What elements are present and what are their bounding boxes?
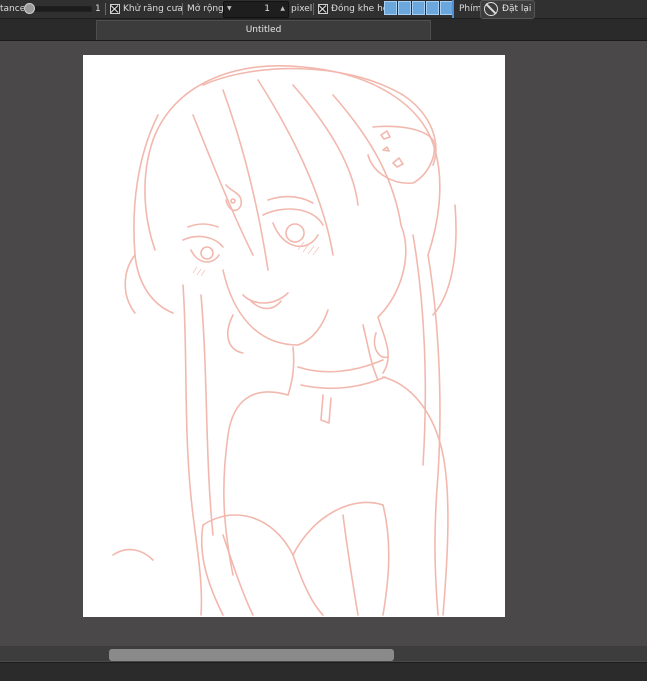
horizontal-scrollbar-thumb[interactable] (109, 649, 394, 661)
divider (105, 3, 106, 15)
eye-left-upper (182, 235, 224, 248)
bodice-left (200, 524, 224, 616)
chin (297, 309, 329, 346)
divider (313, 3, 314, 15)
hair-strand (202, 67, 437, 166)
hair-curl-left (124, 254, 136, 314)
close-gap-level-selector[interactable] (384, 1, 454, 16)
choker-bottom (300, 376, 386, 390)
blush-hatching (192, 241, 320, 277)
anti-alias-label: Khử răng cưa (123, 4, 183, 14)
level-selector-edge (452, 0, 454, 18)
collar-slit (320, 394, 332, 424)
tool-options-bar: tance 1 Khử răng cưa Mở rộng ▼ 1 ▲ pixel… (0, 0, 647, 19)
sketch-artwork (112, 65, 457, 616)
eye-right-lower (272, 222, 319, 248)
tolerance-label: tance (0, 4, 26, 14)
bangs-strand (332, 94, 402, 226)
hair-flowers (380, 130, 404, 168)
bangs-strand (192, 114, 254, 256)
expand-spinbox[interactable]: ▼ 1 ▲ (223, 1, 289, 18)
shoulder-left (223, 391, 289, 576)
status-bar (0, 662, 647, 681)
close-gap-level-3[interactable] (412, 1, 425, 15)
shoulder-right (382, 376, 449, 616)
hair-right-strand (412, 234, 427, 466)
eyebrow-right (267, 195, 314, 204)
canvas[interactable] (83, 55, 505, 617)
tolerance-value: 1 (95, 4, 101, 14)
bodice-fold (292, 554, 324, 616)
earring-right (373, 332, 389, 359)
expand-value: 1 (264, 4, 270, 14)
close-gap-level-1[interactable] (384, 1, 397, 15)
expand-unit: pixel (291, 4, 313, 14)
tab-untitled[interactable]: Untitled (96, 20, 431, 40)
bangs-strand (222, 89, 269, 271)
eye-right-upper (262, 208, 324, 226)
bangs-strand (257, 79, 334, 256)
tolerance-slider-handle[interactable] (24, 3, 35, 14)
bodice-fold (342, 514, 359, 616)
close-gap-label: Đóng khe hở (331, 4, 389, 14)
forehead-jewel (225, 184, 243, 212)
reset-button-label: Đặt lại (502, 4, 532, 14)
neck-left (287, 346, 295, 396)
hair-left-lock (133, 114, 174, 314)
prohibited-icon (484, 2, 498, 16)
earring-left (227, 314, 244, 354)
reset-button[interactable]: Đặt lại (480, 0, 535, 19)
document-tab-bar: Untitled (0, 19, 647, 41)
bodice-fold (222, 534, 254, 616)
hair-left-side (144, 139, 156, 251)
hair-left-long (182, 284, 203, 616)
chevron-down-icon[interactable]: ▼ (227, 2, 232, 16)
bangs-strand (292, 84, 359, 206)
close-gap-level-2[interactable] (398, 1, 411, 15)
eyebrow-left (187, 223, 219, 228)
choker-top (297, 359, 384, 373)
expand-label: Mở rộng (187, 4, 224, 14)
shortcut-label: Phím (459, 4, 482, 14)
bodice-top (202, 501, 384, 556)
close-gap-checkbox[interactable] (318, 4, 328, 14)
chevron-up-icon[interactable]: ▲ (280, 2, 285, 16)
sketch-stroke (112, 548, 154, 561)
hair-left-strand (200, 294, 214, 536)
eye-left-lower (190, 249, 220, 263)
hair-ornament (367, 125, 435, 184)
anti-alias-checkbox[interactable] (110, 4, 120, 14)
bodice-right (382, 504, 390, 616)
divider (182, 3, 183, 15)
hair-right (377, 224, 407, 374)
close-gap-level-4[interactable] (426, 1, 439, 15)
